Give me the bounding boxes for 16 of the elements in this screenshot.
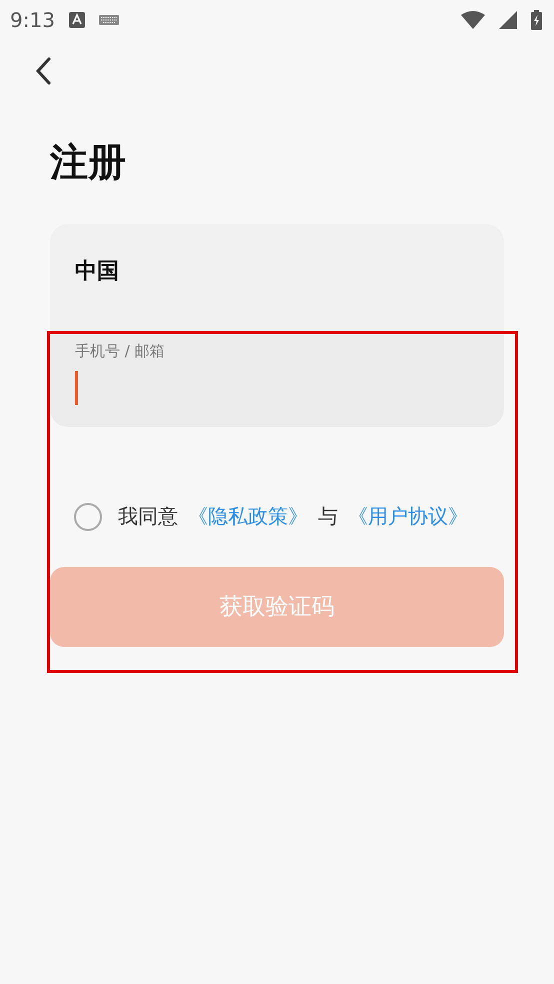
back-icon[interactable] — [35, 57, 51, 85]
keyboard-icon — [98, 15, 119, 25]
keyboard-letter-icon — [68, 12, 85, 28]
field-label: 手机号 / 邮箱 — [75, 342, 165, 361]
account-input-field[interactable]: 手机号 / 邮箱 — [50, 330, 504, 427]
battery-charging-icon — [531, 10, 542, 30]
agreement-text: 我同意 — [118, 503, 178, 530]
agreement-text: 与 — [318, 503, 338, 530]
policy-link[interactable]: 《隐私政策》 — [188, 503, 308, 530]
wifi-icon — [461, 11, 485, 29]
country-selector[interactable]: 中国 — [50, 224, 504, 330]
page-title: 注册 — [50, 140, 127, 186]
policy-link[interactable]: 《用户协议》 — [348, 503, 468, 530]
signal-icon — [499, 11, 517, 29]
agree-radio-button[interactable] — [74, 502, 102, 531]
clock: 9:13 — [10, 8, 55, 32]
